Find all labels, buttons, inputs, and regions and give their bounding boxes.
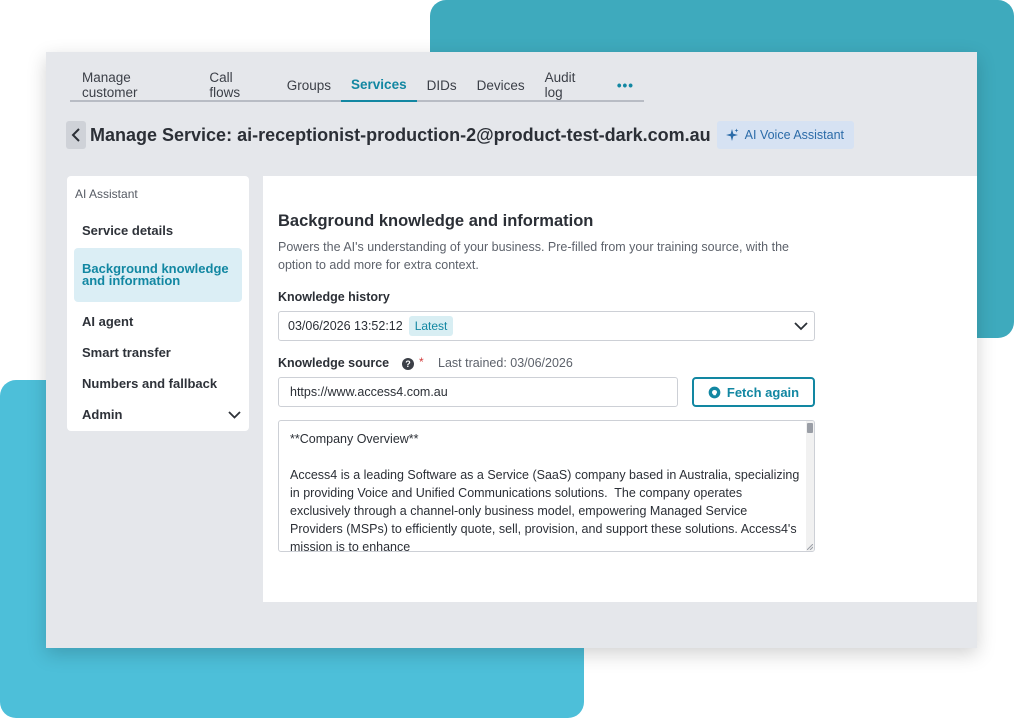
sidebar-item-service-details[interactable]: Service details <box>67 215 249 246</box>
sidebar-heading: AI Assistant <box>75 187 138 201</box>
chevron-left-icon <box>71 128 80 142</box>
chevron-down-icon <box>228 410 241 419</box>
page-header: Manage Service: ai-receptionist-producti… <box>66 120 855 150</box>
tab-manage-customer[interactable]: Manage customer <box>70 68 199 102</box>
last-trained-text: Last trained: 03/06/2026 <box>438 356 573 370</box>
sparkle-icon <box>725 128 739 141</box>
sidebar-item-label: Smart transfer <box>82 345 171 360</box>
required-marker: * <box>419 355 424 369</box>
knowledge-text: **Company Overview** Access4 is a leadin… <box>290 432 800 552</box>
page-title: Manage Service: ai-receptionist-producti… <box>90 124 711 145</box>
knowledge-source-label: Knowledge source <box>278 356 390 370</box>
knowledge-history-select[interactable]: 03/06/2026 13:52:12 Latest <box>278 311 815 341</box>
history-value: 03/06/2026 13:52:12 <box>288 319 403 333</box>
tab-services[interactable]: Services <box>341 68 417 102</box>
sidebar-item-smart-transfer[interactable]: Smart transfer <box>67 337 249 368</box>
sidebar-item-background-knowledge[interactable]: Background knowledge and information <box>74 248 242 302</box>
sidebar-item-label: Background knowledge and information <box>82 260 229 288</box>
knowledge-source-input[interactable] <box>278 377 678 407</box>
tab-audit-log[interactable]: Audit log <box>535 68 607 102</box>
section-description: Powers the AI's understanding of your bu… <box>278 240 789 272</box>
chevron-down-icon <box>794 322 808 331</box>
tab-more-icon[interactable]: ••• <box>607 68 644 102</box>
ai-voice-assistant-badge[interactable]: AI Voice Assistant <box>716 121 855 149</box>
stage: Manage customer Call flows Groups Servic… <box>0 0 1024 718</box>
section-title: Background knowledge and information <box>278 212 594 230</box>
ai-badge-label: AI Voice Assistant <box>744 128 845 142</box>
scrollbar-thumb[interactable] <box>807 423 813 433</box>
app-window: Manage customer Call flows Groups Servic… <box>46 52 977 648</box>
sidebar: AI Assistant Service details Background … <box>67 176 249 431</box>
knowledge-history-label: Knowledge history <box>278 290 390 304</box>
tab-groups[interactable]: Groups <box>277 68 341 102</box>
textarea-scrollbar[interactable] <box>806 421 814 551</box>
sidebar-item-label: AI agent <box>82 314 134 329</box>
tab-bar: Manage customer Call flows Groups Servic… <box>70 68 644 102</box>
brain-icon <box>708 386 721 398</box>
fetch-again-button[interactable]: Fetch again <box>692 377 815 407</box>
sidebar-item-numbers-fallback[interactable]: Numbers and fallback <box>67 368 249 399</box>
sidebar-item-ai-agent[interactable]: AI agent <box>67 306 249 337</box>
back-button[interactable] <box>66 121 86 149</box>
sidebar-item-label: Admin <box>82 407 123 422</box>
sidebar-item-label: Numbers and fallback <box>82 376 218 391</box>
main-panel: Background knowledge and information Pow… <box>263 176 977 602</box>
fetch-again-label: Fetch again <box>726 384 800 400</box>
tab-devices[interactable]: Devices <box>467 68 535 102</box>
tab-call-flows[interactable]: Call flows <box>199 68 276 102</box>
resize-handle-icon[interactable] <box>807 544 813 550</box>
sidebar-item-admin[interactable]: Admin <box>67 399 249 430</box>
sidebar-item-label: Service details <box>82 223 174 238</box>
latest-tag: Latest <box>408 316 454 336</box>
knowledge-textarea[interactable]: **Company Overview** Access4 is a leadin… <box>278 420 815 552</box>
help-icon[interactable]: ? <box>402 358 414 370</box>
tab-dids[interactable]: DIDs <box>417 68 467 102</box>
